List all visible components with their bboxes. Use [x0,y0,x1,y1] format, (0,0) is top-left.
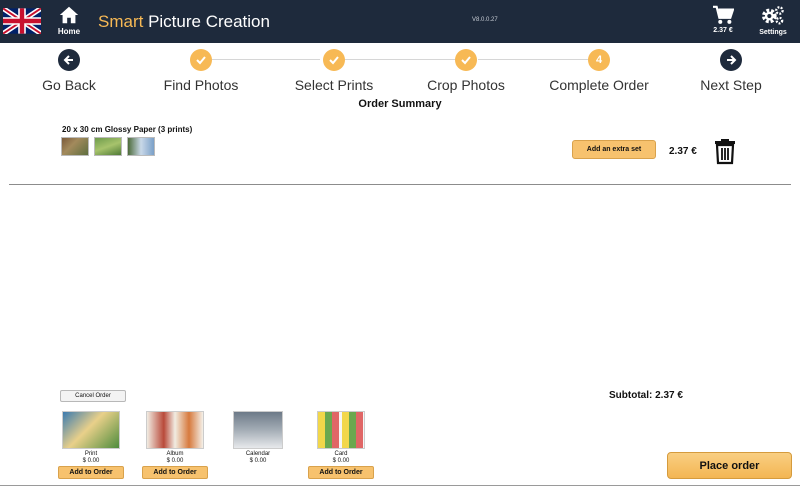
next-step-button[interactable]: Next Step [671,49,791,93]
cart-total: 2.37 € [713,27,733,34]
step-label: Complete Order [549,77,649,93]
arrow-left-icon [58,49,80,71]
step-find-photos[interactable]: Find Photos [141,49,261,93]
cart-icon [713,5,734,24]
order-item-price: 2.37 € [669,146,697,157]
add-to-order-button[interactable]: Add to Order [308,466,374,479]
divider [0,485,800,486]
home-icon [59,6,79,24]
arrow-right-icon [720,49,742,71]
calendar-product-image[interactable] [233,411,283,449]
product-name: Album [166,451,184,457]
place-order-button[interactable]: Place order [667,452,792,479]
step-label: Crop Photos [427,77,505,93]
step-label: Next Step [700,77,762,93]
product-price: $ 0.00 [82,458,100,464]
step-label: Find Photos [163,77,239,93]
step-crop-photos[interactable]: Crop Photos [406,49,526,93]
photo-thumbnail[interactable] [94,137,122,156]
product-calendar: Calendar $ 0.00 [225,411,291,464]
check-icon [190,49,212,71]
product-card: Card $ 0.00 Add to Order [308,411,374,479]
uk-flag-icon[interactable] [3,8,41,34]
product-name: Card [334,451,348,457]
product-price: $ 0.00 [332,458,350,464]
home-label: Home [57,27,81,36]
home-button[interactable]: Home [54,4,84,40]
gear-icon [762,6,784,25]
step-number: 4 [588,49,610,71]
cancel-order-button[interactable]: Cancel Order [60,390,126,402]
product-name: Print [84,451,98,457]
add-to-order-button[interactable]: Add to Order [58,466,124,479]
add-extra-set-button[interactable]: Add an extra set [572,140,656,159]
add-to-order-button[interactable]: Add to Order [142,466,208,479]
settings-label: Settings [759,29,787,36]
product-print: Print $ 0.00 Add to Order [58,411,124,479]
version-label: V8.0.0.27 [472,17,498,23]
app-title: Smart Picture Creation [98,12,270,32]
step-label: Select Prints [294,77,374,93]
app-title-rest: Picture Creation [143,12,270,31]
card-product-image[interactable] [317,411,365,449]
step-label: Go Back [42,77,96,93]
app-title-accent: Smart [98,12,144,31]
subtotal: Subtotal: 2.37 € [609,390,683,401]
order-item-description: 20 x 30 cm Glossy Paper (3 prints) [62,125,193,134]
album-product-image[interactable] [146,411,204,449]
photo-thumbnail[interactable] [61,137,89,156]
step-select-prints[interactable]: Select Prints [274,49,394,93]
trash-icon[interactable] [713,137,737,165]
check-icon [455,49,477,71]
product-name: Calendar [245,451,271,457]
order-summary-title: Order Summary [358,98,442,110]
check-icon [323,49,345,71]
divider [9,184,791,185]
product-album: Album $ 0.00 Add to Order [142,411,208,479]
product-price: $ 0.00 [166,458,184,464]
step-complete-order[interactable]: 4 Complete Order [539,49,659,93]
photo-thumbnail[interactable] [127,137,155,156]
progress-steps: Go Back Find Photos Select Prints Crop P… [0,43,800,98]
app-header: Home Smart Picture Creation V8.0.0.27 2.… [0,0,800,43]
product-price: $ 0.00 [249,458,267,464]
cart-button[interactable]: 2.37 € [708,5,738,34]
print-product-image[interactable] [62,411,120,449]
go-back-button[interactable]: Go Back [9,49,129,93]
settings-button[interactable]: Settings [756,5,790,36]
